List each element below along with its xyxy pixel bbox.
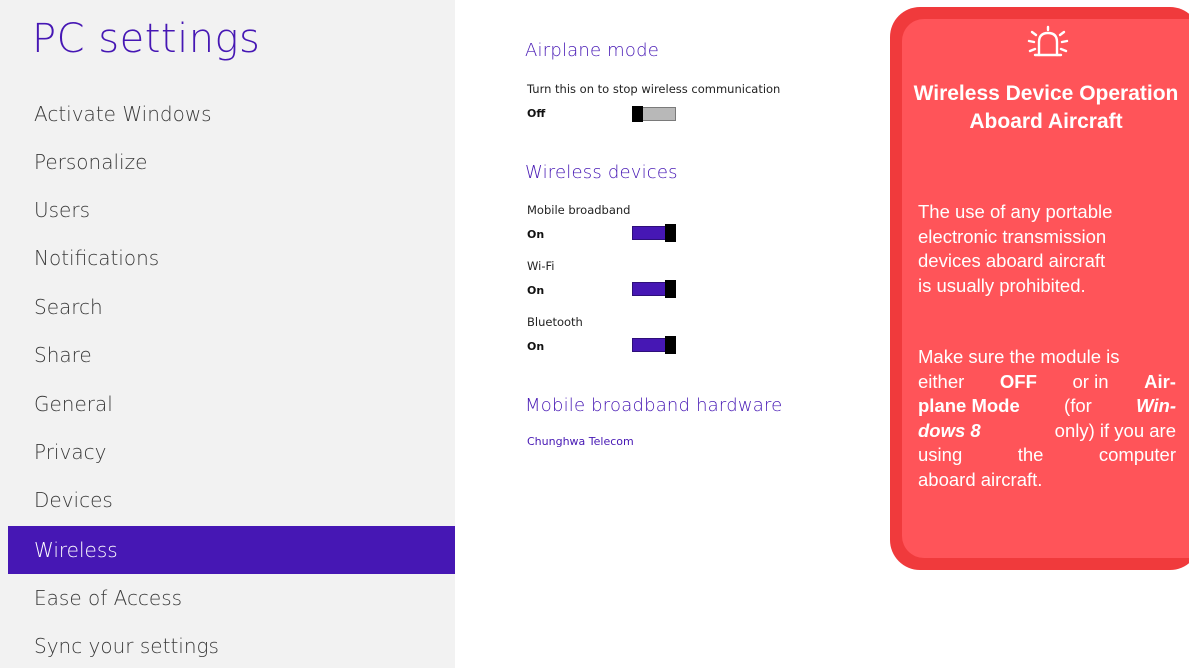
- sidebar-item-sync-your-settings[interactable]: Sync your settings: [8, 622, 455, 670]
- mobile-broadband-label: Mobile broadband: [527, 203, 631, 217]
- callout-text-line: electronic transmission: [918, 225, 1107, 247]
- mobile-broadband-state: On: [527, 228, 545, 241]
- callout-word: (for: [1064, 395, 1092, 416]
- sidebar-item-devices[interactable]: Devices: [8, 476, 455, 524]
- toggle-thumb: [665, 280, 676, 298]
- sidebar-item-search[interactable]: Search: [8, 283, 455, 331]
- sidebar-item-ease-of-access[interactable]: Ease of Access: [8, 574, 455, 622]
- wifi-toggle[interactable]: [632, 280, 676, 298]
- airplane-mode-description: Turn this on to stop wireless communicat…: [527, 82, 781, 96]
- callout-text-line: aboard aircraft.: [918, 468, 1043, 490]
- mobile-broadband-toggle[interactable]: [632, 224, 676, 242]
- bluetooth-state: On: [527, 340, 545, 353]
- bluetooth-label: Bluetooth: [527, 315, 583, 329]
- callout-text-line: using the computer: [918, 444, 1176, 465]
- callout-word: plane Mode: [918, 395, 1020, 416]
- airplane-mode-heading: Airplane mode: [525, 40, 660, 61]
- callout-paragraph-2: Make sure the module is either OFF or in…: [918, 345, 1176, 492]
- toggle-thumb: [665, 224, 676, 242]
- wifi-state: On: [527, 284, 545, 297]
- carrier-link[interactable]: Chunghwa Telecom: [527, 435, 634, 448]
- warning-bell-icon: [1027, 25, 1069, 57]
- callout-word: or in: [1072, 370, 1109, 392]
- sidebar: PC settings Activate Windows Personalize…: [0, 0, 455, 668]
- wifi-label: Wi-Fi: [527, 259, 555, 273]
- callout-word: Air-: [1144, 370, 1176, 392]
- airplane-mode-state: Off: [527, 107, 546, 120]
- callout-text-line: Make sure the module is: [918, 346, 1120, 367]
- callout-text-line: either OFF or in Air-: [918, 370, 1176, 395]
- sidebar-item-privacy[interactable]: Privacy: [8, 428, 455, 476]
- callout-paragraph-1: The use of any portable electronic trans…: [918, 200, 1176, 298]
- sidebar-item-wireless[interactable]: Wireless: [8, 526, 455, 574]
- callout-text-line: is usually prohibited.: [918, 274, 1086, 296]
- sidebar-item-users[interactable]: Users: [8, 186, 455, 234]
- sidebar-item-personalize[interactable]: Personalize: [8, 138, 455, 186]
- sidebar-item-share[interactable]: Share: [8, 331, 455, 379]
- callout-word: OFF: [999, 370, 1037, 392]
- callout-text-line: The use of any portable: [918, 201, 1113, 222]
- callout-word: either: [918, 370, 965, 392]
- airplane-mode-toggle[interactable]: [632, 106, 676, 122]
- wireless-devices-heading: Wireless devices: [525, 162, 678, 183]
- sidebar-item-activate-windows[interactable]: Activate Windows: [8, 90, 455, 138]
- sidebar-item-general[interactable]: General: [8, 380, 455, 428]
- callout-word: only) if you are: [1054, 419, 1176, 441]
- toggle-thumb: [665, 336, 676, 354]
- page-title: PC settings: [32, 16, 261, 62]
- mobile-broadband-hardware-heading: Mobile broadband hardware: [525, 395, 783, 416]
- wireless-settings-pane: Airplane mode Turn this on to stop wirel…: [455, 0, 885, 668]
- callout-word: Win-: [1136, 395, 1176, 416]
- callout-text-line: devices aboard aircraft: [918, 250, 1106, 271]
- callout-text-line: dows 8 only) if you are: [918, 419, 1176, 444]
- toggle-thumb: [632, 106, 643, 122]
- sidebar-item-notifications[interactable]: Notifications: [8, 234, 455, 282]
- bluetooth-toggle[interactable]: [632, 336, 676, 354]
- callout-text-line: plane Mode (for Win-: [918, 394, 1176, 419]
- callout-title: Wireless Device Operation Aboard Aircraf…: [913, 82, 1179, 133]
- callout-word: dows 8: [918, 419, 981, 441]
